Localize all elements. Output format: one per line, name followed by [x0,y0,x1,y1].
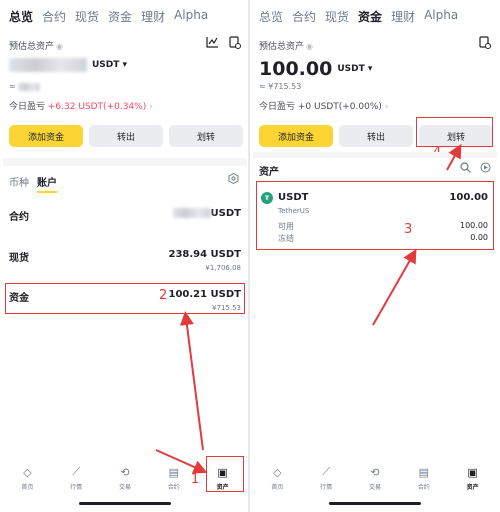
right-screen: 总览 合约 现货 资金 理财 Alpha 预估总资产 ◉ 100.00 USDT … [253,0,497,512]
left-screen: 总览 合约 现货 资金 理财 Alpha 预估总资产 ◉ USDT ▾ ≈ 今日盈… [3,0,247,512]
pane-divider [248,0,250,512]
arrow-overlay [372,143,462,326]
document-icon: ▤ [418,465,429,479]
nav-assets[interactable]: ▣ 资产 [453,466,493,491]
nav-home[interactable]: ◇ 首页 [257,466,297,491]
home-indicator [329,502,421,505]
nav-label: 行情 [320,484,333,491]
home-icon: ◇ [273,465,282,479]
nav-futures[interactable]: ▤ 合约 [404,466,444,491]
nav-label: 合约 [417,483,430,491]
arrow-overlay [155,311,208,474]
nav-label: 首页 [271,483,284,491]
wallet-icon: ▣ [467,465,478,479]
bottom-nav: ◇ 首页 ⟋ 行情 ⟲ 交易 ▤ 合约 ▣ 资产 [253,458,497,498]
arrow-to-transfer [446,143,462,171]
nav-markets[interactable]: ⟋ 行情 [306,465,346,491]
trend-icon: ⟋ [322,465,331,478]
nav-trade[interactable]: ⟲ 交易 [355,466,395,491]
arrow-to-funding [179,311,204,451]
arrow-to-assets [155,449,208,474]
arrow-to-usdt [372,248,417,326]
exchange-icon: ⟲ [370,465,380,479]
nav-label: 资产 [466,483,479,491]
nav-label: 交易 [368,483,381,491]
